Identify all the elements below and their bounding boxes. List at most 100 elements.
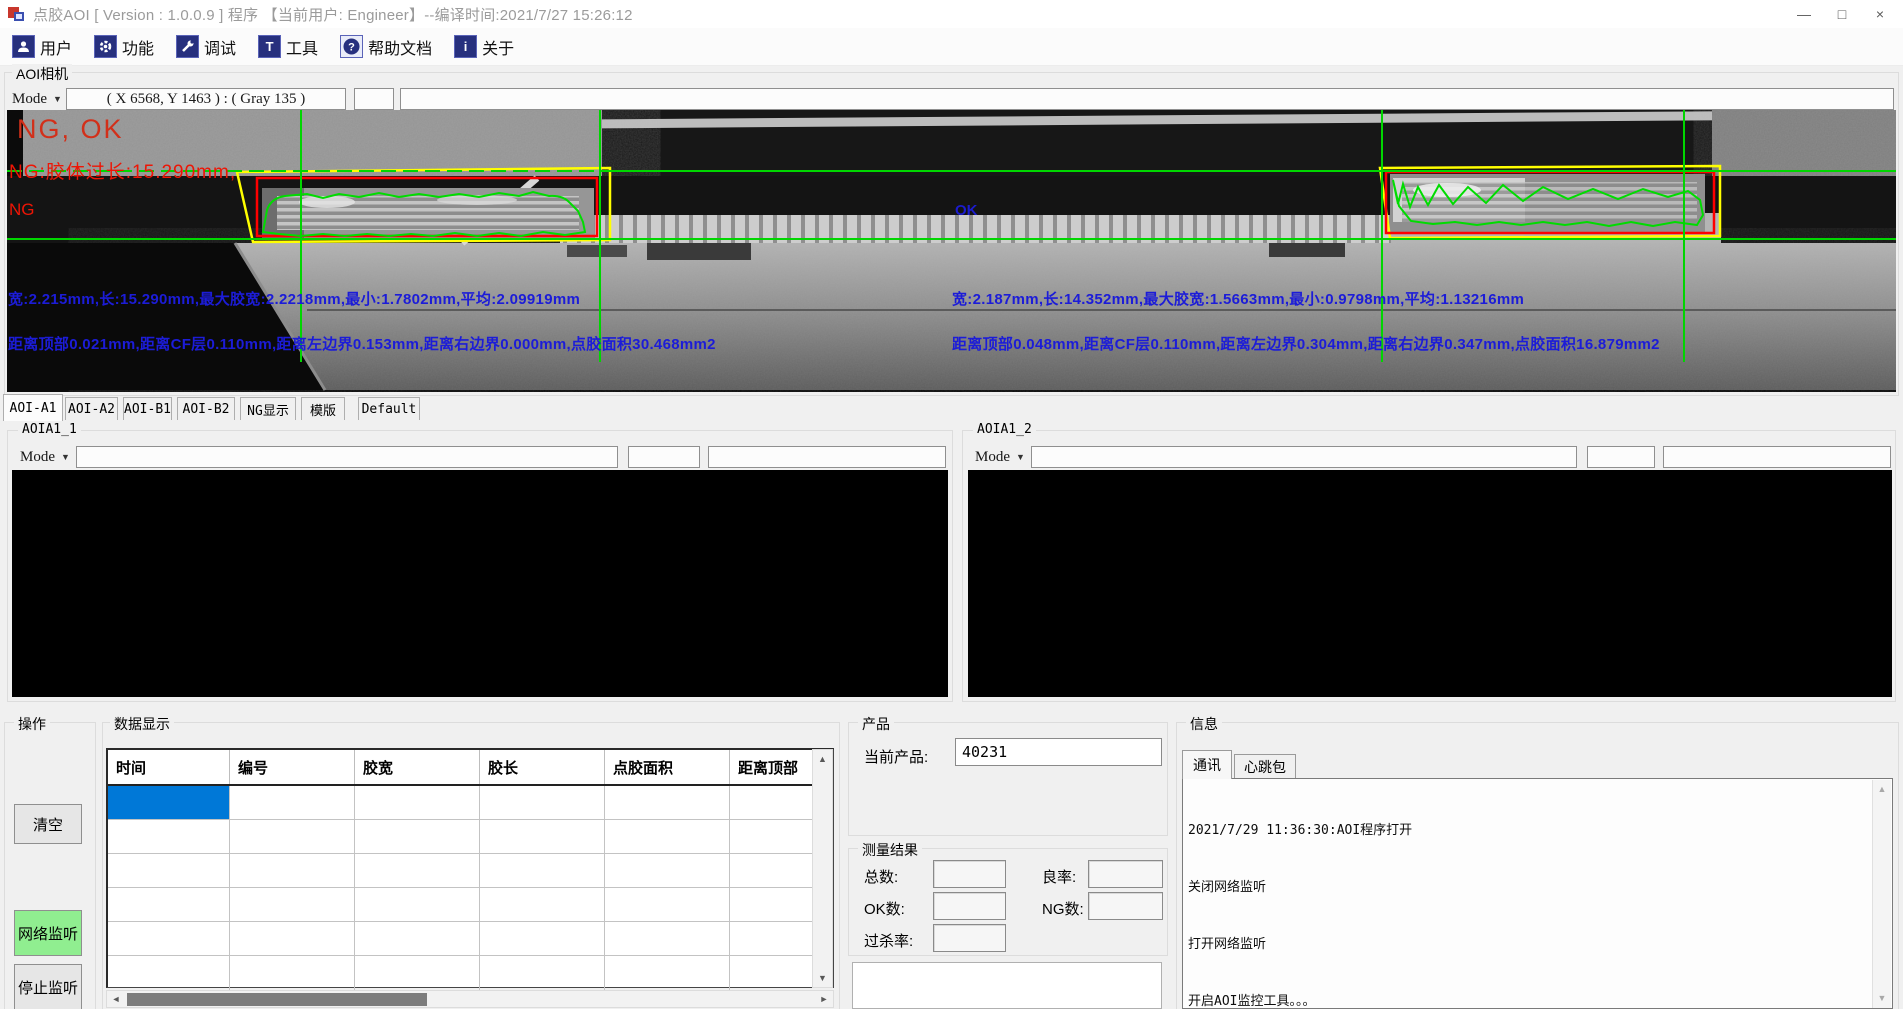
panel-left-label: AOIA1_1	[18, 422, 81, 437]
minimize-button[interactable]: —	[1785, 0, 1823, 28]
panel-right-mode-dropdown[interactable]: Mode▼	[975, 446, 1025, 468]
help-icon: ?	[340, 35, 363, 58]
toolbar-item-debug[interactable]: 调试	[172, 32, 240, 62]
info-group-label: 信息	[1186, 714, 1222, 734]
panel-right-image-canvas[interactable]	[968, 470, 1892, 697]
camera-mode-dropdown[interactable]: Mode▼	[12, 88, 62, 110]
log-lines: 2021/7/29 11:36:30:AOI程序打开 关闭网络监听 打开网络监听…	[1188, 783, 1868, 1009]
info-icon: i	[454, 35, 477, 58]
right-stats-line1: 宽:2.187mm,长:14.352mm,最大胶宽:1.5663mm,最小:0.…	[952, 288, 1524, 309]
camera-image-view[interactable]: NG, OK NG:胶体过长:15.290mm, NG OK 宽:2.215mm…	[7, 110, 1896, 392]
left-stats-line2: 距离顶部0.021mm,距离CF层0.110mm,距离左边界0.153mm,距离…	[8, 333, 716, 354]
gear-icon	[94, 35, 117, 58]
maximize-button[interactable]: □	[1823, 0, 1861, 28]
scroll-left-icon[interactable]: ◄	[107, 991, 125, 1007]
stop-listen-button[interactable]: 停止监听	[14, 964, 82, 1009]
toolbar-item-user[interactable]: 用户	[8, 32, 76, 62]
table-horizontal-scrollbar[interactable]: ◄ ►	[106, 990, 834, 1008]
data-display-group-label: 数据显示	[110, 714, 174, 734]
communication-log[interactable]: 2021/7/29 11:36:30:AOI程序打开 关闭网络监听 打开网络监听…	[1182, 778, 1893, 1009]
tab-template[interactable]: 模版	[301, 397, 345, 420]
result-message-box	[852, 962, 1162, 1009]
chevron-down-icon: ▼	[53, 94, 62, 104]
tab-aoi-b1[interactable]: AOI-B1	[123, 397, 172, 420]
tab-heartbeat[interactable]: 心跳包	[1234, 754, 1296, 779]
ng-reason-text: NG:胶体过长:15.290mm,	[9, 157, 236, 184]
scroll-up-icon[interactable]: ▲	[1873, 784, 1891, 794]
panel-left-image-canvas[interactable]	[12, 470, 948, 697]
toolbar-item-about[interactable]: i 关于	[450, 32, 518, 62]
yield-label: 良率:	[1042, 866, 1076, 887]
ng-flag-text: NG	[9, 200, 35, 220]
log-vertical-scrollbar[interactable]: ▲ ▼	[1872, 780, 1891, 1009]
chevron-down-icon: ▼	[1016, 452, 1025, 462]
application-window: 点胶AOI [ Version : 1.0.0.9 ] 程序 【当前用户: En…	[0, 0, 1903, 1009]
panel-right-field-3	[1663, 446, 1891, 468]
tab-ng-display[interactable]: NG显示	[240, 397, 296, 420]
panel-left-field-3	[708, 446, 946, 468]
yield-field	[1088, 860, 1163, 888]
tool-icon: T	[258, 35, 281, 58]
selected-cell[interactable]	[108, 786, 230, 819]
scrollbar-thumb[interactable]	[127, 993, 427, 1006]
camera-group-label: AOI相机	[12, 64, 72, 84]
camera-field-wide	[400, 88, 1894, 110]
window-title: 点胶AOI [ Version : 1.0.0.9 ] 程序 【当前用户: En…	[33, 4, 633, 25]
table-row[interactable]	[108, 786, 833, 820]
result-header-text: NG, OK	[17, 114, 124, 145]
column-header-id[interactable]: 编号	[230, 750, 355, 784]
table-row[interactable]	[108, 888, 833, 922]
tab-default[interactable]: Default	[358, 397, 420, 420]
scroll-up-icon[interactable]: ▲	[813, 754, 832, 764]
current-product-field[interactable]: 40231	[955, 738, 1162, 766]
table-row[interactable]	[108, 922, 833, 956]
column-header-dist-top[interactable]: 距离顶部	[730, 750, 814, 784]
overkill-rate-field	[933, 924, 1006, 952]
panel-left-field-1	[76, 446, 618, 468]
scroll-down-icon[interactable]: ▼	[1873, 993, 1891, 1003]
data-table[interactable]: 时间 编号 胶宽 胶长 点胶面积 距离顶部	[106, 748, 834, 988]
close-button[interactable]: ×	[1861, 0, 1899, 28]
column-header-glue-length[interactable]: 胶长	[480, 750, 605, 784]
scroll-right-icon[interactable]: ►	[815, 991, 833, 1007]
network-listen-button[interactable]: 网络监听	[14, 910, 82, 956]
column-header-glue-width[interactable]: 胶宽	[355, 750, 480, 784]
ng-count-label: NG数:	[1042, 898, 1084, 919]
clear-button[interactable]: 清空	[14, 804, 82, 844]
current-product-label: 当前产品:	[864, 746, 928, 767]
table-row[interactable]	[108, 820, 833, 854]
panel-right-field-1	[1031, 446, 1577, 468]
ng-count-field	[1088, 892, 1163, 920]
toolbar-item-help[interactable]: ? 帮助文档	[336, 32, 436, 62]
table-vertical-scrollbar[interactable]: ▲ ▼	[812, 749, 833, 988]
left-stats-line1: 宽:2.215mm,长:15.290mm,最大胶宽:2.2218mm,最小:1.…	[8, 288, 580, 309]
table-row[interactable]	[108, 956, 833, 990]
window-controls: — □ ×	[1785, 0, 1899, 28]
panel-right-label: AOIA1_2	[973, 422, 1036, 437]
tab-communication[interactable]: 通讯	[1182, 750, 1232, 779]
ok-count-label: OK数:	[864, 898, 905, 919]
wrench-icon	[176, 35, 199, 58]
panel-left-mode-dropdown[interactable]: Mode▼	[20, 446, 70, 468]
total-count-field	[933, 860, 1006, 888]
operation-group-label: 操作	[14, 714, 50, 734]
title-bar: 点胶AOI [ Version : 1.0.0.9 ] 程序 【当前用户: En…	[0, 0, 1903, 28]
chevron-down-icon: ▼	[61, 452, 70, 462]
panel-left-field-2	[628, 446, 700, 468]
ok-flag-text: OK	[955, 202, 978, 219]
tab-aoi-b2[interactable]: AOI-B2	[177, 397, 235, 420]
user-icon	[12, 35, 35, 58]
scroll-down-icon[interactable]: ▼	[813, 973, 832, 983]
column-header-time[interactable]: 时间	[108, 750, 230, 784]
toolbar-item-tools[interactable]: T 工具	[254, 32, 322, 62]
right-stats-line2: 距离顶部0.048mm,距离CF层0.110mm,距离左边界0.304mm,距离…	[952, 333, 1660, 354]
overkill-rate-label: 过杀率:	[864, 930, 913, 951]
table-row[interactable]	[108, 854, 833, 888]
column-header-glue-area[interactable]: 点胶面积	[605, 750, 730, 784]
app-icon	[7, 5, 25, 23]
tab-aoi-a2[interactable]: AOI-A2	[65, 397, 118, 420]
svg-text:?: ?	[348, 42, 355, 54]
camera-coordinate-readout: ( X 6568, Y 1463 ) : ( Gray 135 )	[66, 88, 346, 110]
toolbar-item-function[interactable]: 功能	[90, 32, 158, 62]
tab-aoi-a1[interactable]: AOI-A1	[3, 394, 63, 421]
